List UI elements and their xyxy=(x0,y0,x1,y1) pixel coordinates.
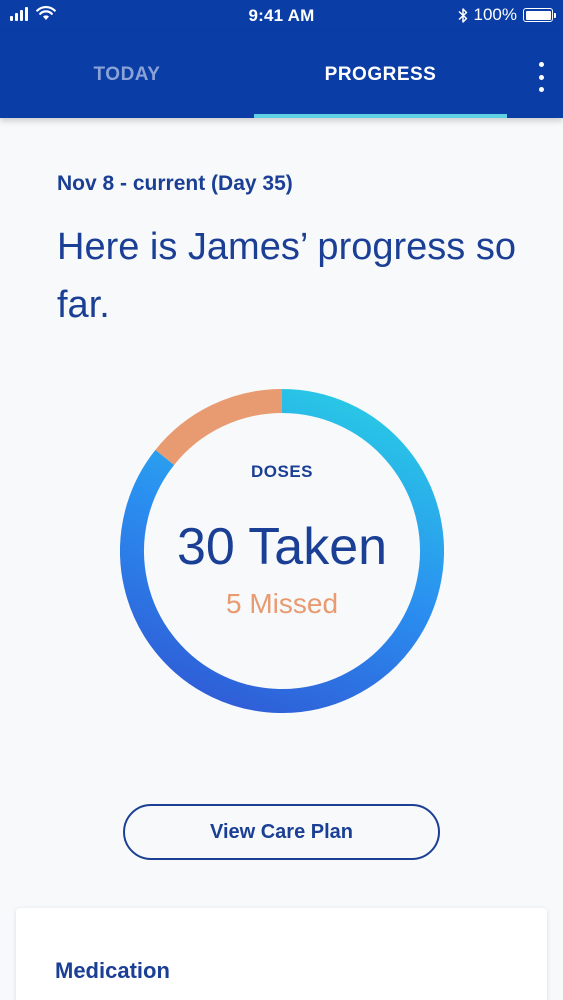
status-bar: 9:41 AM 100% xyxy=(0,0,563,32)
doses-taken: 30 Taken xyxy=(176,518,388,576)
more-vertical-icon[interactable] xyxy=(533,62,549,92)
battery-fill xyxy=(525,10,551,20)
status-right: 100% xyxy=(458,5,556,25)
medication-card[interactable]: Medication xyxy=(16,908,547,1000)
battery-percentage: 100% xyxy=(473,5,517,24)
doses-donut: DOSES 30 Taken 5 Missed xyxy=(120,389,444,713)
doses-missed: 5 Missed xyxy=(225,588,339,619)
active-tab-indicator xyxy=(254,114,507,118)
doses-title: DOSES xyxy=(250,462,314,481)
progress-headline: Here is James’ progress so far. xyxy=(57,226,516,326)
bluetooth-icon xyxy=(458,7,467,23)
missed-arc xyxy=(155,389,283,466)
tab-progress[interactable]: PROGRESS xyxy=(254,32,507,118)
tab-today[interactable]: TODAY xyxy=(0,32,254,118)
app-bar: TODAY PROGRESS xyxy=(0,32,563,118)
progress-screen: 9:41 AM 100% TODAY PROGRESS Nov 8 - curr… xyxy=(0,0,563,1000)
battery-icon xyxy=(523,8,556,22)
date-range: Nov 8 - current (Day 35) xyxy=(57,172,293,195)
view-care-plan-button[interactable]: View Care Plan xyxy=(123,804,440,860)
medication-title: Medication xyxy=(55,958,170,983)
